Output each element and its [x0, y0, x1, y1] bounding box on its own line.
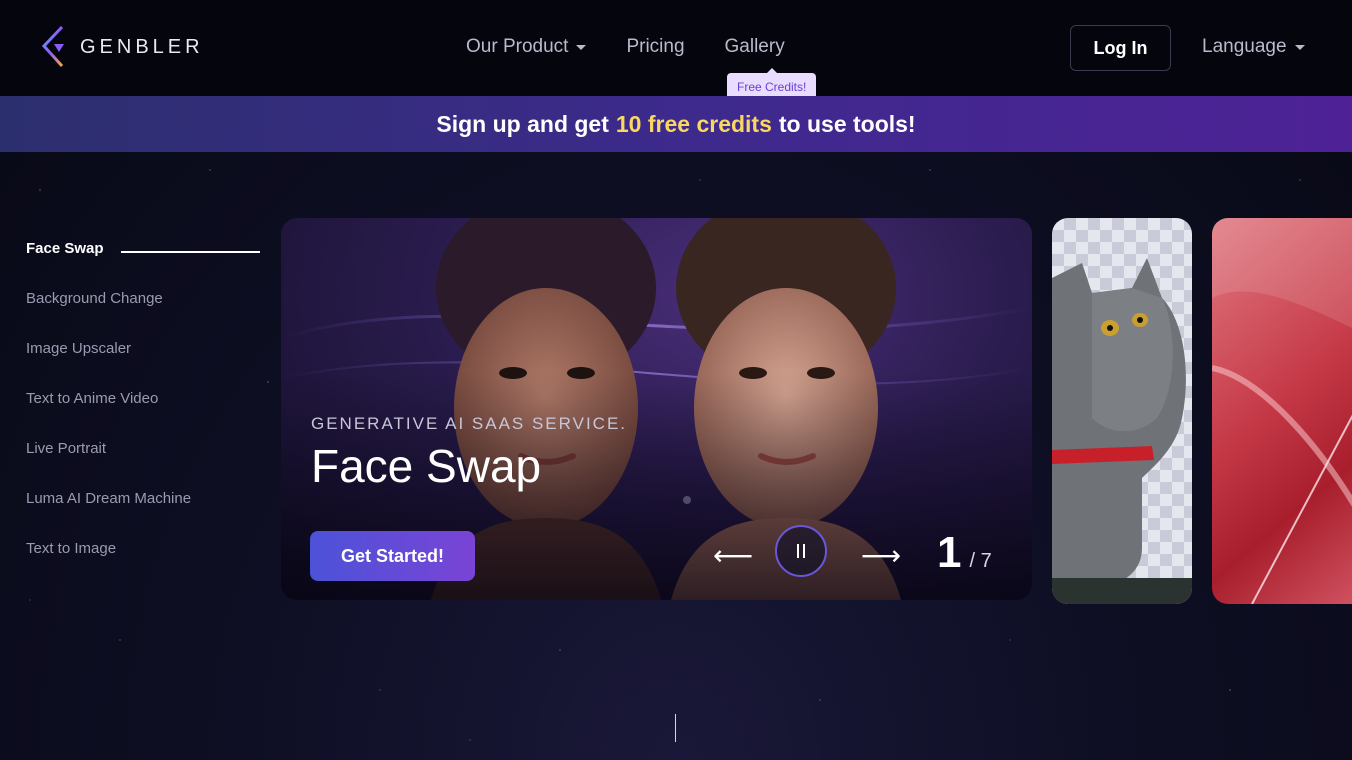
banner-text-after: to use tools!: [778, 110, 916, 137]
language-label: Language: [1202, 36, 1287, 57]
nav-our-product-label: Our Product: [466, 36, 569, 57]
next-slide-card-image-upscaler[interactable]: [1212, 218, 1352, 604]
active-indicator-line: [121, 251, 260, 253]
tools-sidebar: Face Swap Background Change Image Upscal…: [26, 240, 266, 590]
sidebar-item-image-upscaler[interactable]: Image Upscaler: [26, 340, 266, 390]
language-selector[interactable]: Language: [1202, 36, 1305, 58]
chevron-down-icon: [576, 44, 587, 50]
next-slide-card-background-change[interactable]: [1052, 218, 1192, 604]
nav-pricing[interactable]: Pricing: [626, 36, 684, 58]
promo-banner[interactable]: Sign up and get 10 free credits to use t…: [0, 96, 1352, 152]
logo[interactable]: GENBLER: [40, 24, 204, 70]
main-nav: Our Product Pricing Gallery: [466, 36, 785, 58]
page: GENBLER Our Product Pricing Gallery Free…: [0, 0, 1352, 760]
banner-highlight: 10 free credits: [615, 110, 772, 137]
slide-counter: 1 / 7: [937, 528, 992, 578]
top-header: GENBLER Our Product Pricing Gallery Free…: [0, 0, 1352, 101]
sidebar-item-face-swap[interactable]: Face Swap: [26, 240, 266, 290]
nav-our-product[interactable]: Our Product: [466, 36, 587, 58]
pause-button[interactable]: [775, 525, 827, 577]
arrow-right-icon[interactable]: ⟶: [861, 539, 901, 572]
logo-text: GENBLER: [80, 35, 204, 58]
sidebar-item-live-portrait[interactable]: Live Portrait: [26, 440, 266, 490]
scroll-indicator: [675, 714, 676, 742]
banner-text-before: Sign up and get: [436, 110, 609, 137]
chevron-down-icon: [1294, 44, 1305, 50]
pause-icon: [797, 544, 799, 558]
hero-subtitle: GENERATIVE AI SAAS SERVICE.: [311, 414, 628, 433]
arrow-left-icon[interactable]: ⟵: [713, 539, 753, 572]
hero-slide-card[interactable]: GENERATIVE AI SAAS SERVICE. Face Swap Ge…: [281, 218, 1032, 600]
nav-gallery-label: Gallery: [724, 36, 785, 57]
get-started-button[interactable]: Get Started!: [310, 531, 475, 581]
sidebar-item-text-to-image[interactable]: Text to Image: [26, 540, 266, 590]
sidebar-item-background-change[interactable]: Background Change: [26, 290, 266, 340]
current-slide-number: 1: [937, 528, 962, 577]
total-slides: / 7: [969, 550, 992, 572]
pause-icon: [803, 544, 805, 558]
cat-image: [1052, 258, 1192, 604]
red-abstract-image: [1212, 218, 1352, 604]
sidebar-item-text-to-anime-video[interactable]: Text to Anime Video: [26, 390, 266, 440]
nav-gallery[interactable]: Gallery: [725, 36, 785, 58]
login-button[interactable]: Log In: [1070, 25, 1171, 71]
hero-title: Face Swap: [311, 440, 542, 492]
nav-pricing-label: Pricing: [626, 36, 685, 57]
genbler-logo-icon: [41, 25, 64, 68]
sidebar-item-luma-ai-dream-machine[interactable]: Luma AI Dream Machine: [26, 490, 266, 540]
